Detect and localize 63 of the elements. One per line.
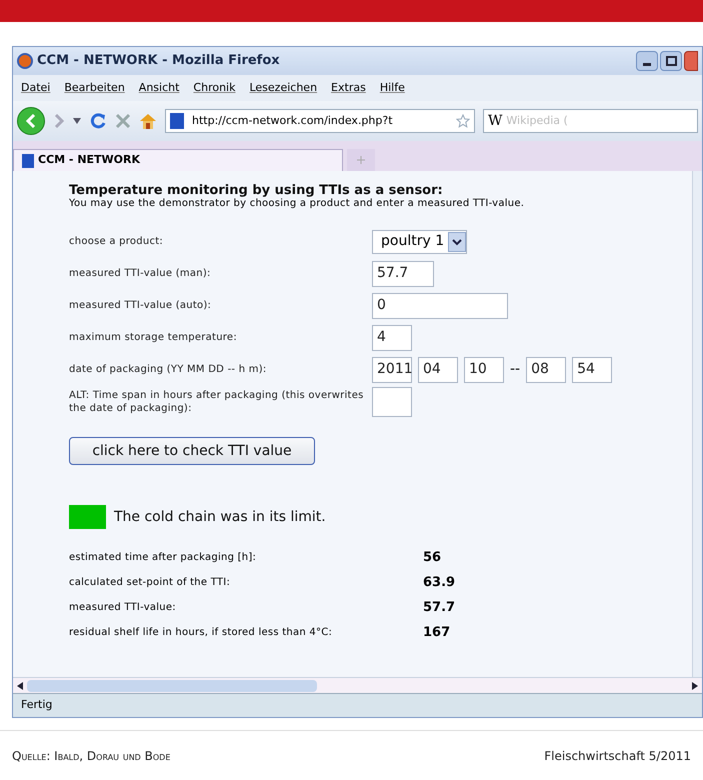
menu-item[interactable]: Datei [21,80,50,96]
input-field[interactable]: 0 [372,292,508,318]
result-label: measured TTI-value: [69,601,177,615]
vertical-scrollbar[interactable] [692,171,702,677]
field-label: measured TTI-value (man): [69,267,212,280]
result-value: 167 [423,624,450,642]
check-button[interactable]: click here to check TTI value [69,437,315,465]
separator-text: -- [510,360,520,379]
menu-item[interactable]: Lesezeichen [249,80,318,96]
maximize-button[interactable] [660,51,682,71]
menu-item[interactable]: Chronik [193,80,236,96]
page-heading: Temperature monitoring by using TTIs as a sensor: [69,183,444,198]
stop-icon[interactable] [115,113,131,129]
input-field[interactable]: 2011 [372,356,412,382]
browser-tab[interactable]: CCM - NETWORK [13,149,343,171]
result-label: estimated time after packaging [h]: [69,551,258,565]
menu-item[interactable]: Bearbeiten [64,80,125,96]
input-field[interactable]: 57.7 [372,260,434,286]
input-field[interactable]: 04 [418,356,458,382]
result-value: 56 [423,548,442,567]
field-label: measured TTI-value (auto): [69,299,212,312]
input-field[interactable]: 54 [572,356,612,382]
input-field[interactable] [372,386,412,416]
page-favicon-icon [22,154,34,168]
search-field[interactable]: W Wikipedia ( [483,109,698,133]
scroll-right-icon[interactable] [692,682,698,690]
result-label: calculated set-point of the TTI: [69,576,232,590]
intro-text: You may use the demonstrator by choosing a product and enter a measured TTI-value. [69,198,526,210]
publication-caption: Fleischwirtschaft 5/2011 [544,748,691,764]
minimize-icon [643,63,651,66]
minimize-button[interactable] [636,51,658,71]
address-field[interactable]: http://ccm-network.com/index.php?t [165,109,475,133]
field-label: date of packaging (YY MM DD -- h m): [69,363,268,376]
firefox-logo-icon [17,53,33,69]
status-message: The cold chain was in its limit. [114,508,326,526]
field-label: ALT: Time span in hours after packaging (this overwrites the date of packaging): [69,388,365,414]
source-caption: Quelle: Ibald, Dorau und Bode [12,748,170,764]
dropdown-caret-icon[interactable] [73,118,81,124]
back-button[interactable] [17,107,45,135]
field-label: maximum storage temperature: [69,331,238,344]
menu-item[interactable]: Hilfe [380,80,405,96]
plus-icon [357,156,365,164]
result-label: residual shelf life in hours, if stored less than 4°C: [69,626,334,640]
maximize-icon [666,56,676,66]
close-button[interactable] [684,51,698,71]
product-dropdown[interactable]: poultry 1 [372,230,468,254]
menu-item[interactable]: Extras [331,80,366,96]
status-text: Fertig [21,697,52,714]
horizontal-scrollbar[interactable] [13,677,702,693]
scrollbar-thumb[interactable] [27,680,317,692]
scroll-left-icon[interactable] [17,682,23,690]
field-label: choose a product: [69,235,164,248]
page-favicon-icon [170,113,184,129]
window-title: CCM - NETWORK - Mozilla Firefox [37,52,281,70]
input-field[interactable]: 08 [526,356,566,382]
star-icon[interactable] [456,114,470,128]
result-value: 63.9 [423,574,456,592]
result-value: 57.7 [423,598,456,617]
input-field[interactable]: 10 [464,356,504,382]
reload-icon[interactable] [89,112,107,130]
menu-item[interactable]: Ansicht [138,80,180,96]
input-field[interactable]: 4 [372,324,412,350]
home-icon[interactable] [139,113,157,129]
